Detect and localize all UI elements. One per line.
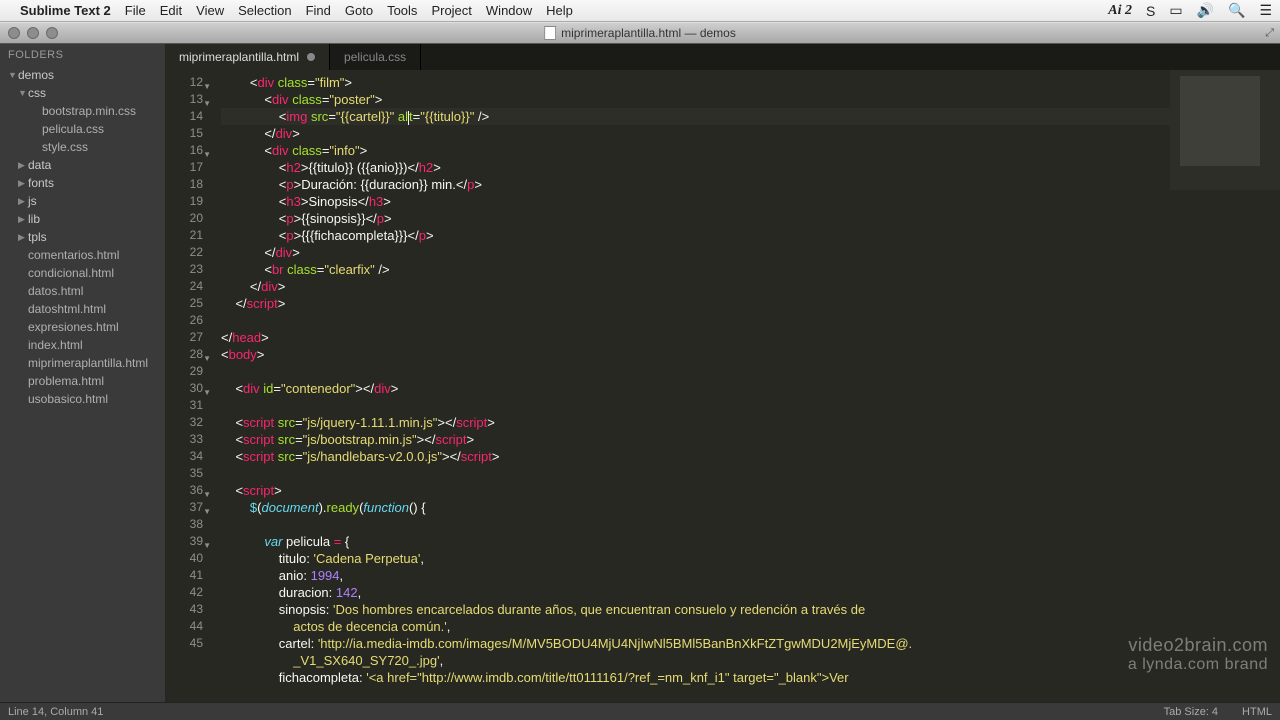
minimap[interactable]: [1170, 70, 1280, 702]
folder-item[interactable]: ▼css: [4, 84, 161, 102]
menu-tools[interactable]: Tools: [387, 3, 417, 18]
menu-help[interactable]: Help: [546, 3, 573, 18]
tab-bar: miprimeraplantilla.htmlpelicula.css: [165, 44, 1280, 70]
battery-icon[interactable]: ▭: [1169, 2, 1182, 19]
folder-item[interactable]: ▶lib: [4, 210, 161, 228]
status-syntax[interactable]: HTML: [1242, 706, 1272, 718]
mac-menubar: Sublime Text 2 File Edit View Selection …: [0, 0, 1280, 22]
file-item[interactable]: datos.html: [4, 282, 161, 300]
dirty-indicator-icon: [307, 53, 315, 61]
folder-item[interactable]: ▶tpls: [4, 228, 161, 246]
menu-project[interactable]: Project: [431, 3, 471, 18]
file-item[interactable]: miprimeraplantilla.html: [4, 354, 161, 372]
menu-selection[interactable]: Selection: [238, 3, 291, 18]
menu-list-icon[interactable]: ☰: [1259, 2, 1272, 19]
volume-icon[interactable]: 🔊: [1197, 2, 1214, 19]
sidebar: FOLDERS ▼demos▼cssbootstrap.min.csspelic…: [0, 44, 165, 702]
file-item[interactable]: comentarios.html: [4, 246, 161, 264]
folder-item[interactable]: ▶fonts: [4, 174, 161, 192]
gutter: 12▼13▼141516▼171819202122232425262728▼29…: [165, 70, 209, 702]
window-title: miprimeraplantilla.html — demos: [561, 26, 736, 40]
menu-extra-s[interactable]: S: [1146, 3, 1155, 19]
file-item[interactable]: bootstrap.min.css: [4, 102, 161, 120]
document-icon: [544, 26, 556, 40]
status-tab-size[interactable]: Tab Size: 4: [1164, 706, 1218, 718]
window-titlebar: miprimeraplantilla.html — demos ⤢: [0, 22, 1280, 44]
tab[interactable]: miprimeraplantilla.html: [165, 44, 330, 70]
status-cursor-position: Line 14, Column 41: [8, 706, 103, 718]
status-bar: Line 14, Column 41 Tab Size: 4 HTML: [0, 702, 1280, 720]
menu-edit[interactable]: Edit: [160, 3, 182, 18]
sidebar-header: FOLDERS: [0, 44, 165, 66]
file-item[interactable]: problema.html: [4, 372, 161, 390]
menu-file[interactable]: File: [125, 3, 146, 18]
spotlight-icon[interactable]: 🔍: [1228, 2, 1245, 19]
menu-find[interactable]: Find: [306, 3, 331, 18]
code-area[interactable]: <div class="film"> <div class="poster"> …: [209, 70, 1170, 702]
menu-view[interactable]: View: [196, 3, 224, 18]
editor: miprimeraplantilla.htmlpelicula.css 12▼1…: [165, 44, 1280, 702]
menu-window[interactable]: Window: [486, 3, 532, 18]
file-item[interactable]: pelicula.css: [4, 120, 161, 138]
tab[interactable]: pelicula.css: [330, 44, 421, 70]
app-name[interactable]: Sublime Text 2: [20, 3, 111, 18]
file-item[interactable]: usobasico.html: [4, 390, 161, 408]
zoom-window-button[interactable]: [46, 27, 58, 39]
folder-item[interactable]: ▶data: [4, 156, 161, 174]
folder-item[interactable]: ▼demos: [4, 66, 161, 84]
menu-goto[interactable]: Goto: [345, 3, 373, 18]
file-item[interactable]: index.html: [4, 336, 161, 354]
file-item[interactable]: style.css: [4, 138, 161, 156]
close-window-button[interactable]: [8, 27, 20, 39]
menu-extra-ai[interactable]: Ai 2: [1108, 3, 1132, 19]
folder-item[interactable]: ▶js: [4, 192, 161, 210]
file-item[interactable]: condicional.html: [4, 264, 161, 282]
file-item[interactable]: expresiones.html: [4, 318, 161, 336]
fullscreen-icon[interactable]: ⤢: [1265, 27, 1274, 40]
file-item[interactable]: datoshtml.html: [4, 300, 161, 318]
minimize-window-button[interactable]: [27, 27, 39, 39]
